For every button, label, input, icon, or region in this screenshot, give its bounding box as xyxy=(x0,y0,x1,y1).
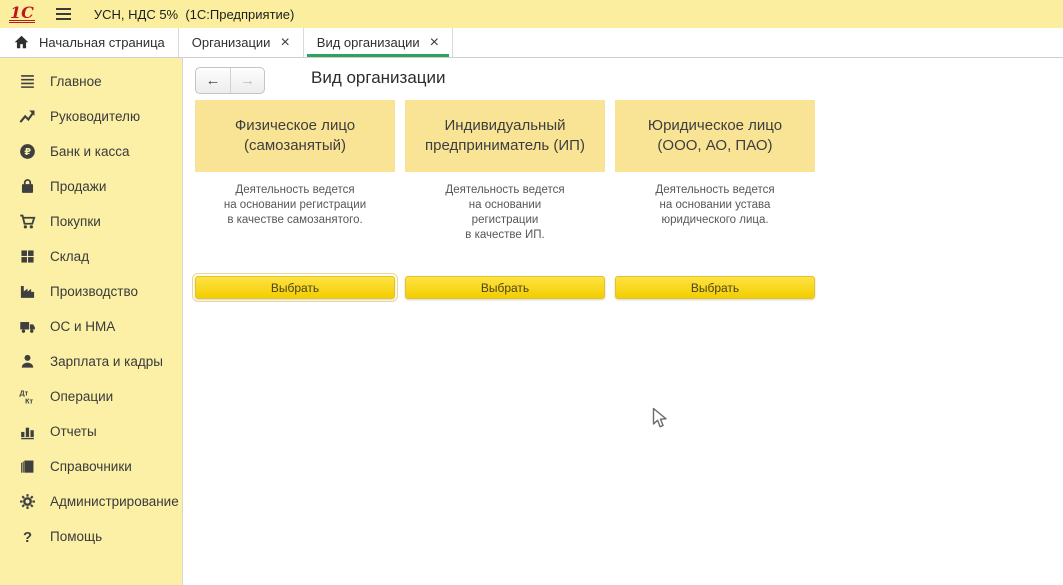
sidebar-item-payroll-hr[interactable]: Зарплата и кадры xyxy=(0,344,182,379)
tab-close-icon[interactable]: × xyxy=(430,35,439,51)
trend-chart-icon xyxy=(17,108,37,126)
sidebar-item-fixed-assets[interactable]: ОС и НМА xyxy=(0,309,182,344)
card-legal-entity: Юридическое лицо (ООО, АО, ПАО) Деятельн… xyxy=(615,100,815,243)
person-icon xyxy=(17,353,37,371)
truck-icon xyxy=(17,318,37,336)
books-icon xyxy=(17,458,37,476)
tab-organizations[interactable]: Организации × xyxy=(179,28,304,57)
gear-icon xyxy=(17,493,37,511)
tab-bar: Начальная страница × Организации × Вид о… xyxy=(0,28,1063,58)
home-icon xyxy=(13,34,30,51)
sidebar-item-label: Отчеты xyxy=(50,424,97,439)
dt-kt-icon: ДтКт xyxy=(17,388,37,406)
sidebar-item-help[interactable]: ? Помощь xyxy=(0,519,182,554)
sidebar-item-label: Помощь xyxy=(50,529,102,544)
sidebar-item-label: Справочники xyxy=(50,459,132,474)
svg-text:Кт: Кт xyxy=(25,397,33,405)
card-title: Юридическое лицо (ООО, АО, ПАО) xyxy=(615,100,815,172)
sidebar-item-label: Операции xyxy=(50,389,113,404)
bar-chart-icon xyxy=(17,423,37,441)
sidebar-item-directories[interactable]: Справочники xyxy=(0,449,182,484)
sidebar-item-label: Банк и касса xyxy=(50,144,130,159)
main-menu-icon[interactable] xyxy=(56,8,71,20)
1c-logo: 1С xyxy=(9,6,35,23)
sidebar-item-label: Руководителю xyxy=(50,109,140,124)
sidebar-item-label: Продажи xyxy=(50,179,106,194)
card-title: Физическое лицо (самозанятый) xyxy=(195,100,395,172)
card-self-employed: Физическое лицо (самозанятый) Деятельнос… xyxy=(195,100,395,243)
sidebar-item-label: Производство xyxy=(50,284,138,299)
choose-button-self-employed[interactable]: Выбрать xyxy=(195,276,395,299)
organization-kind-cards: Физическое лицо (самозанятый) Деятельнос… xyxy=(195,100,815,243)
sidebar-item-administration[interactable]: Администрирование xyxy=(0,484,182,519)
warehouse-icon xyxy=(17,248,37,266)
choose-button-sole-proprietor[interactable]: Выбрать xyxy=(405,276,605,299)
history-nav: ← → xyxy=(195,67,265,94)
svg-text:?: ? xyxy=(22,530,31,545)
page-title: Вид организации xyxy=(311,68,446,88)
tab-home[interactable]: Начальная страница × xyxy=(0,28,179,57)
sidebar-item-label: Зарплата и кадры xyxy=(50,354,163,369)
choose-button-legal-entity[interactable]: Выбрать xyxy=(615,276,815,299)
bag-icon xyxy=(17,178,37,196)
ruble-circle-icon: ₽ xyxy=(17,143,37,161)
card-description: Деятельность ведется на основании регист… xyxy=(405,183,605,243)
tab-label: Организации xyxy=(192,35,271,50)
cart-icon xyxy=(17,213,37,231)
question-icon: ? xyxy=(17,528,37,546)
sidebar-item-production[interactable]: Производство xyxy=(0,274,182,309)
sidebar-item-reports[interactable]: Отчеты xyxy=(0,414,182,449)
sidebar-item-label: Главное xyxy=(50,74,102,89)
sidebar-item-label: Администрирование xyxy=(50,494,179,509)
sidebar-item-operations[interactable]: ДтКт Операции xyxy=(0,379,182,414)
card-description: Деятельность ведется на основании устава… xyxy=(615,183,815,228)
card-description: Деятельность ведется на основании регист… xyxy=(195,183,395,228)
back-button[interactable]: ← xyxy=(196,68,230,93)
svg-text:₽: ₽ xyxy=(24,147,31,158)
tab-close-icon[interactable]: × xyxy=(280,35,289,51)
sidebar-item-label: ОС и НМА xyxy=(50,319,115,334)
tab-organization-kind[interactable]: Вид организации × xyxy=(304,28,453,57)
card-title: Индивидуальный предприниматель (ИП) xyxy=(405,100,605,172)
forward-button[interactable]: → xyxy=(230,68,264,93)
tab-label: Вид организации xyxy=(317,35,420,50)
content-area: ← → Вид организации Физическое лицо (сам… xyxy=(183,58,1063,585)
choose-buttons-row: Выбрать Выбрать Выбрать xyxy=(195,276,815,299)
card-sole-proprietor: Индивидуальный предприниматель (ИП) Деят… xyxy=(405,100,605,243)
sidebar-item-bank-cash[interactable]: ₽ Банк и касса xyxy=(0,134,182,169)
sidebar-item-label: Покупки xyxy=(50,214,101,229)
sidebar-item-label: Склад xyxy=(50,249,89,264)
tab-label: Начальная страница xyxy=(39,35,165,50)
sidebar-item-purchases[interactable]: Покупки xyxy=(0,204,182,239)
factory-icon xyxy=(17,283,37,301)
sidebar-item-warehouse[interactable]: Склад xyxy=(0,239,182,274)
menu-lines-icon xyxy=(17,73,37,91)
sidebar-item-manager[interactable]: Руководителю xyxy=(0,99,182,134)
sidebar-nav: Главное Руководителю ₽ Банк и касса Прод… xyxy=(0,58,183,585)
window-titlebar: 1С УСН, НДС 5% (1С:Предприятие) xyxy=(0,0,1063,28)
window-title: УСН, НДС 5% (1С:Предприятие) xyxy=(94,7,294,22)
sidebar-item-main[interactable]: Главное xyxy=(0,64,182,99)
sidebar-item-sales[interactable]: Продажи xyxy=(0,169,182,204)
